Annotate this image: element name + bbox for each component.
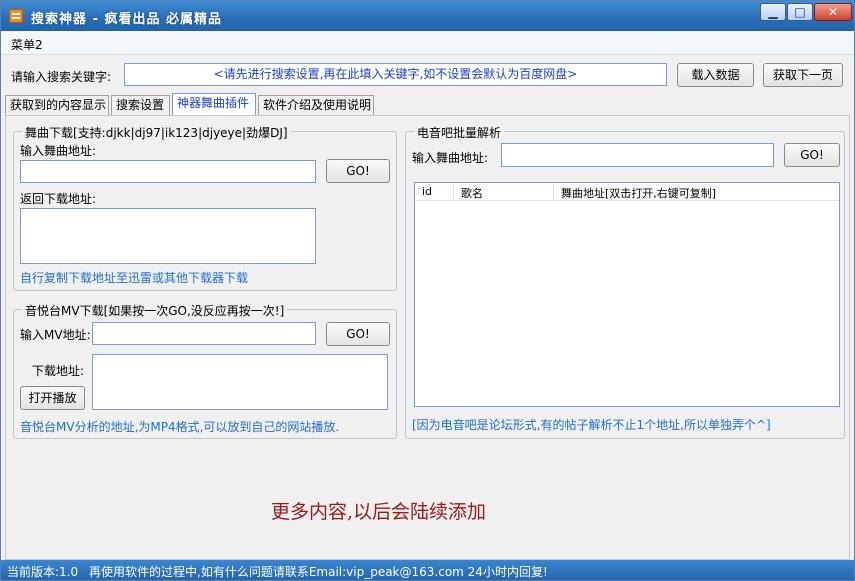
column-song-name[interactable]: 歌名	[461, 185, 483, 201]
column-separator	[553, 185, 554, 199]
client-area: 请输入搜索关键字: <请先进行搜索设置,再在此填入关键字,如不设置会默认为百度网…	[1, 55, 854, 560]
mv-download-label: 下载地址:	[32, 364, 85, 378]
tab-panel-dance-plugin: 舞曲下载[支持:djkk|dj97|ik123|djyeye|劲爆DJ] 输入舞…	[5, 115, 850, 560]
keyword-input[interactable]: <请先进行搜索设置,再在此填入关键字,如不设置会默认为百度网盘>	[124, 63, 667, 86]
dance-download-group: 舞曲下载[支持:djkk|dj97|ik123|djyeye|劲爆DJ] 输入舞…	[13, 124, 397, 291]
dance-hint: 自行复制下载地址至迅雷或其他下载器下载	[20, 271, 249, 285]
batch-url-input[interactable]	[501, 143, 774, 167]
column-song-url[interactable]: 舞曲地址[双击打开,右键可复制]	[561, 185, 716, 201]
column-id[interactable]: id	[422, 185, 432, 198]
mv-download-textarea[interactable]	[92, 354, 388, 410]
return-url-textarea[interactable]	[20, 208, 316, 264]
tab-dance-plugin[interactable]: 神器舞曲插件	[172, 93, 256, 115]
window-title: 搜索神器 - 疯看出品 必属精品	[31, 12, 222, 27]
title-bar[interactable]: 搜索神器 - 疯看出品 必属精品 ▁ □ ✕	[1, 1, 854, 31]
menu-bar: 菜单2	[1, 31, 854, 55]
dance-url-input[interactable]	[20, 160, 316, 183]
status-bar: 当前版本:1.0 再使用软件的过程中,如有什么问题请联系Email:vip_pe…	[1, 560, 854, 580]
load-data-button[interactable]: 载入数据	[677, 63, 754, 87]
open-play-button[interactable]: 打开播放	[20, 386, 85, 410]
rss-feed-icon	[9, 9, 23, 23]
footer-note: 更多内容,以后会陆续添加	[271, 501, 487, 523]
version-text: 当前版本:1.0	[7, 565, 79, 579]
tab-help[interactable]: 软件介绍及使用说明	[258, 95, 374, 115]
search-label: 请输入搜索关键字:	[11, 70, 112, 84]
mv-download-title: 音悦台MV下载[如果按一次GO,没反应再按一次!]	[22, 302, 288, 319]
batch-url-label: 输入舞曲地址:	[412, 151, 489, 165]
menu-item-2[interactable]: 菜单2	[11, 36, 43, 53]
mv-go-button[interactable]: GO!	[326, 322, 390, 346]
batch-go-button[interactable]: GO!	[784, 143, 840, 167]
next-page-button[interactable]: 获取下一页	[763, 63, 843, 87]
mv-hint: 音悦台MV分析的地址,为MP4格式,可以放到自己的网站播放.	[20, 420, 340, 434]
batch-parse-title: 电音吧批量解析	[414, 124, 505, 141]
app-window: 搜索神器 - 疯看出品 必属精品 ▁ □ ✕ 菜单2 请输入搜索关键字: <请先…	[0, 0, 855, 581]
dance-url-label: 输入舞曲地址:	[20, 144, 97, 158]
tab-search-settings[interactable]: 搜索设置	[111, 95, 170, 115]
batch-result-listview[interactable]: id 歌名 舞曲地址[双击打开,右键可复制]	[414, 182, 840, 407]
dance-download-title: 舞曲下载[支持:djkk|dj97|ik123|djyeye|劲爆DJ]	[22, 124, 291, 141]
minimize-button[interactable]: ▁	[760, 3, 786, 21]
return-url-label: 返回下载地址:	[20, 192, 97, 206]
mv-url-label: 输入MV地址:	[20, 328, 91, 342]
mv-download-group: 音悦台MV下载[如果按一次GO,没反应再按一次!] 输入MV地址: GO! 下载…	[13, 302, 397, 439]
close-button[interactable]: ✕	[814, 3, 852, 21]
contact-text: 再使用软件的过程中,如有什么问题请联系Email:vip_peak@163.co…	[89, 565, 548, 579]
mv-url-input[interactable]	[92, 322, 316, 345]
batch-parse-group: 电音吧批量解析 输入舞曲地址: GO! id 歌名 舞曲地址[双击打开,右键可复…	[405, 124, 845, 439]
column-separator	[453, 185, 454, 199]
batch-hint: [因为电音吧是论坛形式,有的帖子解析不止1个地址,所以单独弄个^]	[412, 418, 771, 432]
tab-results[interactable]: 获取到的内容显示	[5, 95, 109, 115]
dance-go-button[interactable]: GO!	[326, 159, 390, 183]
maximize-button[interactable]: □	[787, 3, 813, 21]
listview-header: id 歌名 舞曲地址[双击打开,右键可复制]	[415, 183, 839, 201]
